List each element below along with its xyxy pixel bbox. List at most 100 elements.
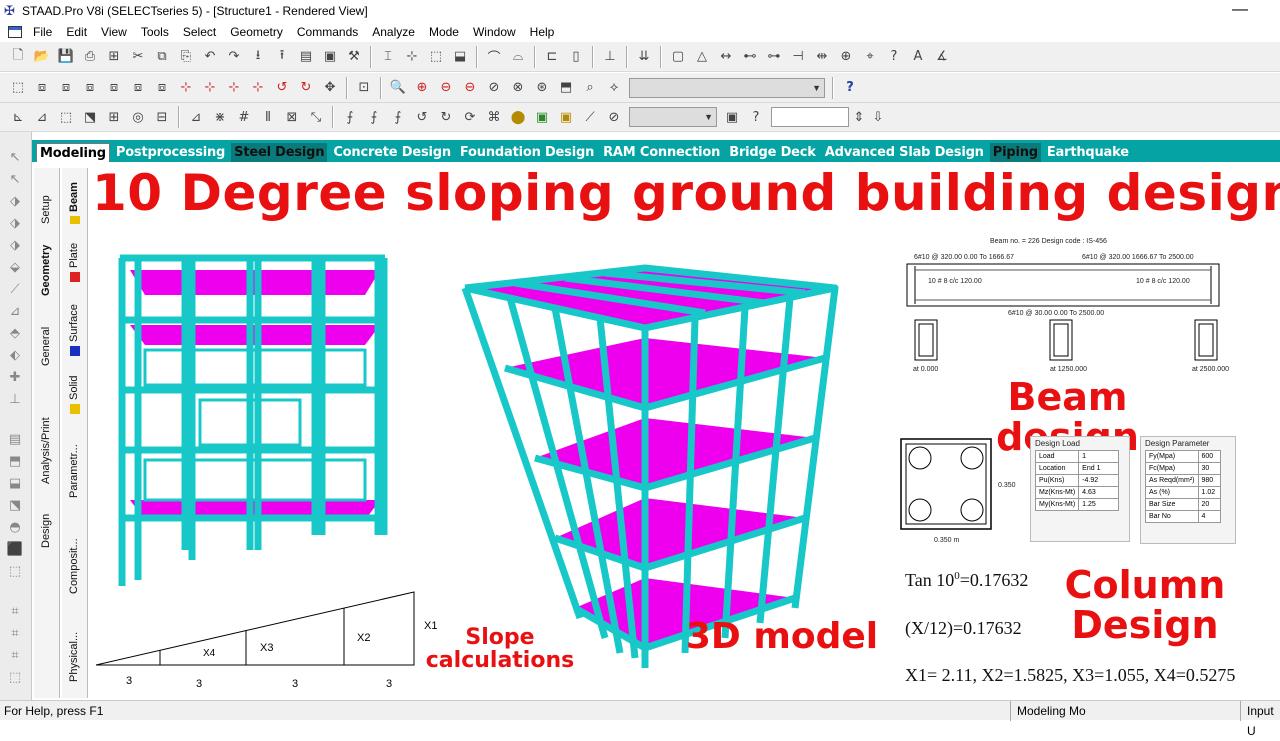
print-icon[interactable]: ⎙	[79, 46, 101, 68]
pan-cursor-icon[interactable]: ⬚	[4, 666, 26, 688]
load-icon[interactable]: ⇊	[633, 46, 655, 68]
import-icon[interactable]: ⭳	[247, 46, 269, 68]
sub-tab-plate[interactable]: Plate	[68, 243, 80, 268]
report-icon[interactable]: ▤	[295, 46, 317, 68]
open-file-icon[interactable]: 📂	[31, 46, 53, 68]
spinner-icon[interactable]: ⇕	[853, 106, 865, 128]
plate-cut-icon[interactable]: ⬚	[4, 560, 26, 582]
menu-view[interactable]: View	[94, 25, 134, 39]
value-input[interactable]	[771, 107, 849, 127]
node-dimension-icon[interactable]: ⊷	[739, 46, 761, 68]
tab-piping[interactable]: Piping	[989, 143, 1041, 162]
add-plate-icon[interactable]: ⬚	[55, 106, 77, 128]
bridge-icon[interactable]: ⌓	[507, 46, 529, 68]
load-case-dropdown[interactable]: ▼	[629, 107, 717, 127]
copy-icon[interactable]: ⧉	[151, 46, 173, 68]
line-cursor-icon[interactable]: ⬔	[4, 494, 26, 516]
plate-cursor-icon[interactable]: ⬗	[4, 212, 26, 234]
menu-file[interactable]: File	[26, 25, 59, 39]
menu-edit[interactable]: Edit	[59, 25, 94, 39]
view-bottom-icon[interactable]: ⧈	[151, 77, 173, 99]
document-view-icon[interactable]: ▢	[667, 46, 689, 68]
member-cursor-icon[interactable]: ⊥	[4, 388, 26, 410]
magnify-icon[interactable]: ⌕	[579, 77, 601, 99]
undo-icon[interactable]: ↶	[199, 46, 221, 68]
triangle-icon[interactable]: △	[691, 46, 713, 68]
view-left-icon[interactable]: ⧈	[79, 77, 101, 99]
save-icon[interactable]: 💾	[55, 46, 77, 68]
beam-label-icon[interactable]: ▣	[531, 106, 553, 128]
solid-cursor-icon[interactable]: ⬙	[4, 256, 26, 278]
fx-icon[interactable]: ⨍	[339, 106, 361, 128]
view-front-icon[interactable]: ⧈	[31, 77, 53, 99]
mx-icon[interactable]: ↺	[411, 106, 433, 128]
view-top-icon[interactable]: ⧈	[127, 77, 149, 99]
new-file-icon[interactable]: 🗋	[7, 46, 29, 68]
picture-icon[interactable]: ▣	[319, 46, 341, 68]
beam-icon[interactable]: ⊏	[541, 46, 563, 68]
measure-icon[interactable]: ⟡	[603, 77, 625, 99]
tab-foundation-design[interactable]: Foundation Design	[457, 143, 597, 162]
menu-mode[interactable]: Mode	[422, 25, 466, 39]
sub-tab-composite[interactable]: Composit...	[68, 538, 80, 594]
probe-icon[interactable]: ⟋	[579, 106, 601, 128]
zoom-icon[interactable]: 🔍	[387, 77, 409, 99]
grid-cursor-icon[interactable]: ⬒	[4, 450, 26, 472]
plot-icon[interactable]: ⌖	[859, 46, 881, 68]
rotate-left-icon[interactable]: ⊹	[223, 77, 245, 99]
tab-earthquake[interactable]: Earthquake	[1044, 143, 1132, 162]
rotate-right-icon[interactable]: ⊹	[247, 77, 269, 99]
tab-concrete-design[interactable]: Concrete Design	[330, 143, 454, 162]
support-cursor-icon[interactable]: ⬖	[4, 344, 26, 366]
box-cursor-icon[interactable]: ⬛	[4, 538, 26, 560]
merge-icon[interactable]: ⊠	[281, 106, 303, 128]
paste-icon[interactable]: ⎘	[175, 46, 197, 68]
menu-select[interactable]: Select	[176, 25, 223, 39]
help-icon[interactable]: ?	[883, 46, 905, 68]
view-right-icon[interactable]: ⧈	[103, 77, 125, 99]
side-tab-analysis-print[interactable]: Analysis/Print	[40, 417, 52, 484]
label-cursor-icon[interactable]: ⌗	[4, 622, 26, 644]
refresh-icon[interactable]: ⊘	[603, 106, 625, 128]
plate-label-icon[interactable]: ▣	[555, 106, 577, 128]
select-nodes-icon[interactable]: ⊹	[401, 46, 423, 68]
view-cursor-icon[interactable]: ⌗	[4, 644, 26, 666]
angle-icon[interactable]: ∡	[931, 46, 953, 68]
arc-icon[interactable]: ⌒	[483, 46, 505, 68]
text-icon[interactable]: A	[907, 46, 929, 68]
new-view-icon[interactable]: ⬒	[555, 77, 577, 99]
snap-node-icon[interactable]: ⊾	[7, 106, 29, 128]
geometry-cursor-icon[interactable]: ⟋	[4, 278, 26, 300]
support-icon[interactable]: ⊥	[599, 46, 621, 68]
sub-tab-solid[interactable]: Solid	[68, 376, 80, 400]
beam-cursor-icon[interactable]: ⬗	[4, 190, 26, 212]
my-icon[interactable]: ↻	[435, 106, 457, 128]
surface-cursor-icon[interactable]: ⬗	[4, 234, 26, 256]
node-cursor-icon[interactable]: ↖	[4, 168, 26, 190]
dimension-cursor-icon[interactable]: ⌗	[4, 600, 26, 622]
add-cursor-icon[interactable]: ✚	[4, 366, 26, 388]
menu-geometry[interactable]: Geometry	[223, 25, 290, 39]
section-icon[interactable]: ⌘	[483, 106, 505, 128]
minimize-button[interactable]: —	[1230, 0, 1250, 20]
cursor-icon[interactable]: ↖	[4, 146, 26, 168]
sub-tab-physical[interactable]: Physical...	[68, 632, 80, 682]
intersect-icon[interactable]: ⋇	[209, 106, 231, 128]
grid-icon[interactable]: #	[233, 106, 255, 128]
select-plates-icon[interactable]: ⬚	[425, 46, 447, 68]
tab-bridge-deck[interactable]: Bridge Deck	[726, 143, 819, 162]
menu-analyze[interactable]: Analyze	[365, 25, 422, 39]
structure-wizard-icon[interactable]: ⊿	[185, 106, 207, 128]
zoom-in-icon[interactable]: ⊕	[411, 77, 433, 99]
rotate-up-icon[interactable]: ⊹	[175, 77, 197, 99]
spin-right-icon[interactable]: ↻	[295, 77, 317, 99]
spin-left-icon[interactable]: ↺	[271, 77, 293, 99]
zoom-dynamic-icon[interactable]: ⊘	[483, 77, 505, 99]
sub-tab-parametric[interactable]: Parametr...	[68, 444, 80, 498]
document-icon[interactable]	[8, 26, 22, 38]
hinge-icon[interactable]: ⊣	[787, 46, 809, 68]
select-solids-icon[interactable]: ⬓	[449, 46, 471, 68]
add-beam-icon[interactable]: ⊿	[31, 106, 53, 128]
cut-icon[interactable]: ✂	[127, 46, 149, 68]
menu-tools[interactable]: Tools	[134, 25, 176, 39]
